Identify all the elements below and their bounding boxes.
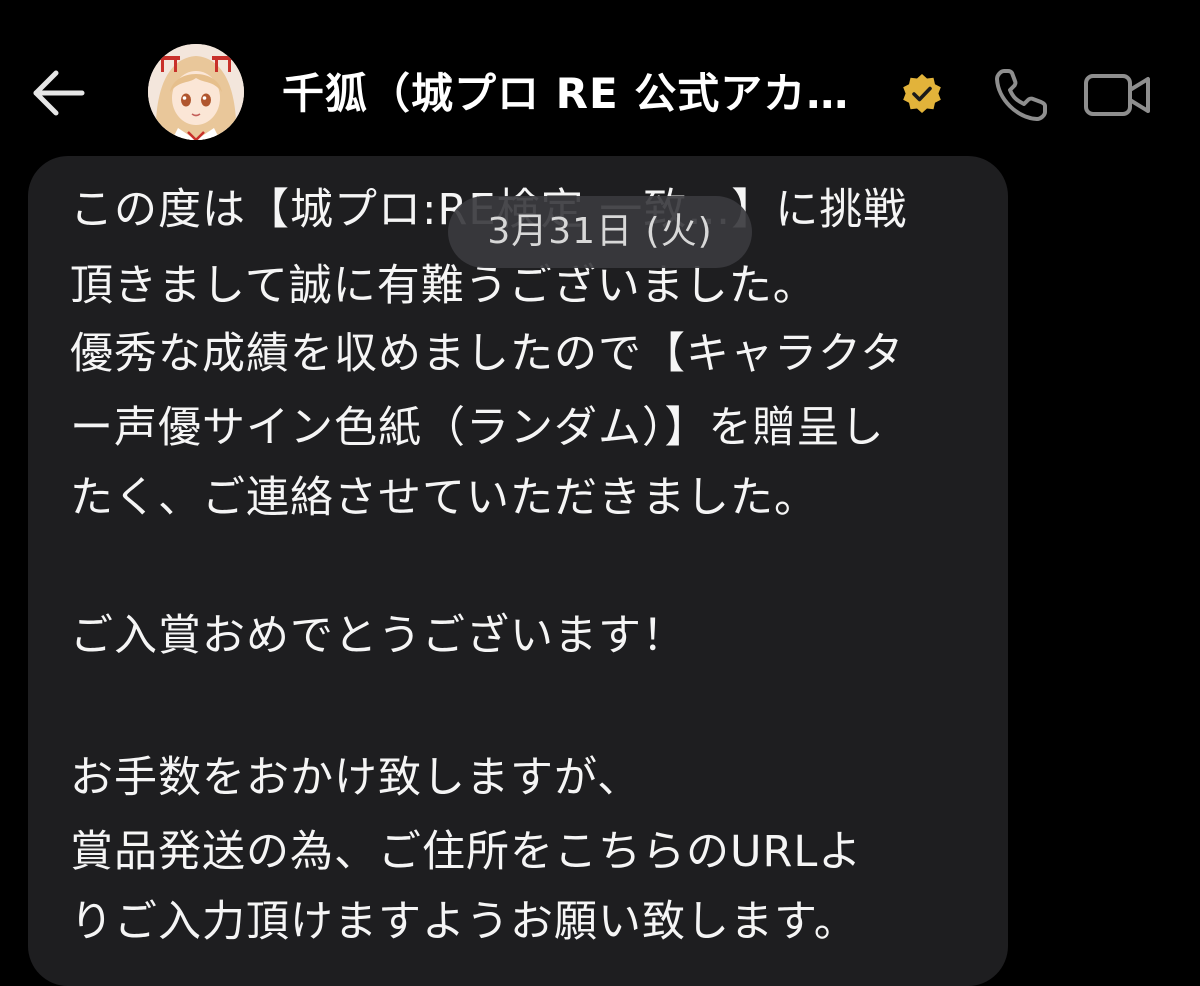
arrow-left-icon [33, 70, 85, 116]
message-line: 賞品発送の為、ご住所をこちらのURLよ [70, 827, 863, 877]
avatar[interactable] [148, 44, 244, 140]
chat-header: 千狐（城プロ RE 公式アカウ… [0, 0, 1200, 150]
verified-badge [900, 72, 944, 116]
video-camera-icon [1084, 74, 1150, 116]
message-line: お手数をおかけ致しますが、 [70, 753, 642, 803]
voice-call-button[interactable] [990, 64, 1052, 126]
message-line: りご入力頂けますようお願い致します。 [70, 897, 858, 947]
date-separator: 3月31日 (火) [448, 196, 752, 268]
message-line: たく、ご連絡させていただきました。 [70, 473, 818, 523]
message-line: ご入賞おめでとうございます！ [70, 611, 686, 661]
message-line: ー声優サイン色紙（ランダム）】を贈呈し [70, 403, 885, 453]
message-line: 優秀な成績を収めましたので【キャラクタ [70, 329, 905, 379]
avatar-image [148, 44, 244, 140]
verified-badge-icon [903, 74, 941, 113]
phone-icon [995, 69, 1047, 121]
contact-name[interactable]: 千狐（城プロ RE 公式アカウ… [282, 66, 882, 122]
back-button[interactable] [30, 66, 86, 122]
video-call-button[interactable] [1082, 64, 1154, 126]
